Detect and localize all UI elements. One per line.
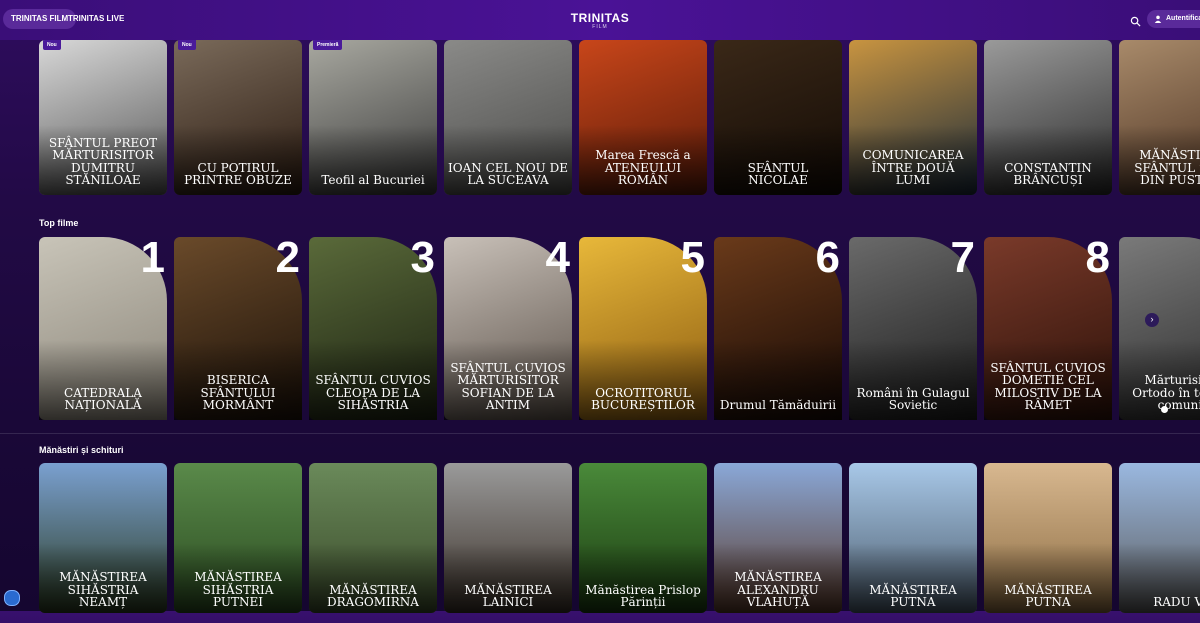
film-title: MĂNĂSTIREA PUTNA (1004, 582, 1092, 610)
monastery-card[interactable]: MĂNĂSTIREA LAINICI (444, 463, 572, 613)
film-card[interactable]: MĂNĂSTIREA SFÂNTUL SAVA DIN PUSTIUL (1119, 40, 1200, 195)
film-card[interactable]: Nou SFÂNTUL PREOT MĂRTURISITOR DUMITRU ST… (39, 40, 167, 195)
user-icon (1154, 15, 1162, 23)
monastery-card[interactable]: MĂNĂSTIREA SIHĂSTRIA NEAMȚ (39, 463, 167, 613)
film-title: SFÂNTUL NICOLAE (747, 160, 809, 188)
status-badge: Premieră (313, 40, 343, 50)
film-title: Români în Gulagul Sovietic (856, 385, 970, 413)
film-title: IOAN CEL NOU DE LA SUCEAVA (448, 160, 568, 188)
logo-text: TRINITAS (570, 11, 630, 25)
top-film-card[interactable]: 5 OCROTITORUL BUCUREȘTILOR (579, 237, 707, 420)
top-film-card[interactable]: 1 CATEDRALA NAȚIONALĂ (39, 237, 167, 420)
top-film-card[interactable]: 8 SFÂNTUL CUVIOS DOMETIE CEL MILOSTIV DE … (984, 237, 1112, 420)
rank-number: 5 (680, 237, 705, 282)
film-title: Drumul Tămăduirii (719, 398, 837, 413)
site-logo[interactable]: TRINITAS FILM (0, 11, 1200, 30)
film-card[interactable]: Marea Frescă a ATENEULUI ROMÂN (579, 40, 707, 195)
film-card[interactable]: IOAN CEL NOU DE LA SUCEAVA (444, 40, 572, 195)
film-title: SFÂNTUL CUVIOS MĂRTURISITOR SOFIAN DE LA… (450, 360, 566, 413)
monastery-card[interactable]: MĂNĂSTIREA PUTNA (849, 463, 977, 613)
chevron-right-icon[interactable]: › (1145, 313, 1159, 327)
monastery-card[interactable]: MĂNĂSTIREA SIHĂSTRIA PUTNEI (174, 463, 302, 613)
rank-number: 6 (815, 237, 840, 282)
carousel-dot[interactable] (1161, 406, 1168, 413)
rank-number: 4 (545, 237, 570, 282)
film-title: MĂNĂSTIREA ALEXANDRU VLAHUȚĂ (734, 570, 822, 610)
film-title: SFÂNTUL PREOT MĂRTURISITOR DUMITRU STĂNI… (48, 135, 158, 188)
top-film-card[interactable]: Mărturisit ai Ortodo în temniț comunis (1119, 237, 1200, 420)
film-title: MĂNĂSTIREA PUTNA (869, 582, 957, 610)
rank-number: 7 (950, 237, 975, 282)
film-title: COMUNICAREA ÎNTRE DOUĂ LUMI (862, 148, 964, 188)
film-title: Marea Frescă a ATENEULUI ROMÂN (595, 148, 691, 188)
film-card[interactable]: SFÂNTUL NICOLAE (714, 40, 842, 195)
film-title: Teofil al Bucuriei (321, 173, 425, 188)
section-title-monasteries: Mănăstiri și schituri (39, 445, 124, 455)
section-divider (0, 433, 1200, 434)
film-title: MĂNĂSTIREA SIHĂSTRIA NEAMȚ (59, 570, 147, 610)
rank-number: 8 (1085, 237, 1110, 282)
monastery-card[interactable]: MĂNĂSTIREA PUTNA (984, 463, 1112, 613)
film-title: CONSTANTIN BRÂNCUȘI (1004, 160, 1092, 188)
status-badge: Nou (178, 40, 196, 50)
film-title: CATEDRALA NAȚIONALĂ (64, 385, 142, 413)
rank-number: 1 (140, 237, 165, 282)
film-title: CU POTIRUL PRINTRE OBUZE (184, 160, 292, 188)
film-title: OCROTITORUL BUCUREȘTILOR (591, 385, 695, 413)
film-title: MĂNĂSTIREA DRAGOMIRNA (327, 582, 419, 610)
top-nav-bar: TRINITAS FILM TRINITAS LIVE TRINITAS FIL… (0, 0, 1200, 40)
rank-number: 3 (410, 237, 435, 282)
section-title-top-films: Top filme (39, 218, 79, 228)
login-label: Autentificare (1166, 15, 1200, 22)
film-title: MĂNĂSTIREA SIHĂSTRIA PUTNEI (194, 570, 282, 610)
film-title: SFÂNTUL CUVIOS DOMETIE CEL MILOSTIV DE L… (990, 360, 1106, 413)
film-card[interactable]: COMUNICAREA ÎNTRE DOUĂ LUMI (849, 40, 977, 195)
search-icon[interactable] (1130, 14, 1141, 27)
top-film-card[interactable]: 6 Drumul Tămăduirii (714, 237, 842, 420)
top-film-card[interactable]: 4 SFÂNTUL CUVIOS MĂRTURISITOR SOFIAN DE L… (444, 237, 572, 420)
film-card[interactable]: Nou CU POTIRUL PRINTRE OBUZE (174, 40, 302, 195)
top-film-card[interactable]: 7 Români în Gulagul Sovietic (849, 237, 977, 420)
login-button[interactable]: Autentificare (1147, 10, 1200, 28)
monastery-card[interactable]: Mănăstirea Prislop Părinții (579, 463, 707, 613)
film-title: RADU VO (1153, 595, 1200, 610)
monastery-card[interactable]: MĂNĂSTIREA ALEXANDRU VLAHUȚĂ (714, 463, 842, 613)
film-title: BISERICA SFÂNTULUI MORMÂNT (200, 373, 276, 413)
monastery-card[interactable]: RADU VO (1119, 463, 1200, 613)
film-title: MĂNĂSTIREA SFÂNTUL SAVA DIN PUSTIUL (1134, 148, 1200, 188)
film-card[interactable]: Premieră Teofil al Bucuriei (309, 40, 437, 195)
logo-subtext: FILM (592, 24, 608, 30)
film-title: Mănăstirea Prislop Părinții (585, 582, 701, 610)
top-film-card[interactable]: 3 SFÂNTUL CUVIOS CLEOPA DE LA SIHĂSTRIA (309, 237, 437, 420)
accessibility-icon[interactable] (4, 590, 20, 606)
top-film-card[interactable]: 2 BISERICA SFÂNTULUI MORMÂNT (174, 237, 302, 420)
monastery-card[interactable]: MĂNĂSTIREA DRAGOMIRNA (309, 463, 437, 613)
film-title: SFÂNTUL CUVIOS CLEOPA DE LA SIHĂSTRIA (315, 373, 431, 413)
film-title: MĂNĂSTIREA LAINICI (464, 582, 552, 610)
film-card[interactable]: CONSTANTIN BRÂNCUȘI (984, 40, 1112, 195)
rank-number: 2 (275, 237, 300, 282)
status-badge: Nou (43, 40, 61, 50)
